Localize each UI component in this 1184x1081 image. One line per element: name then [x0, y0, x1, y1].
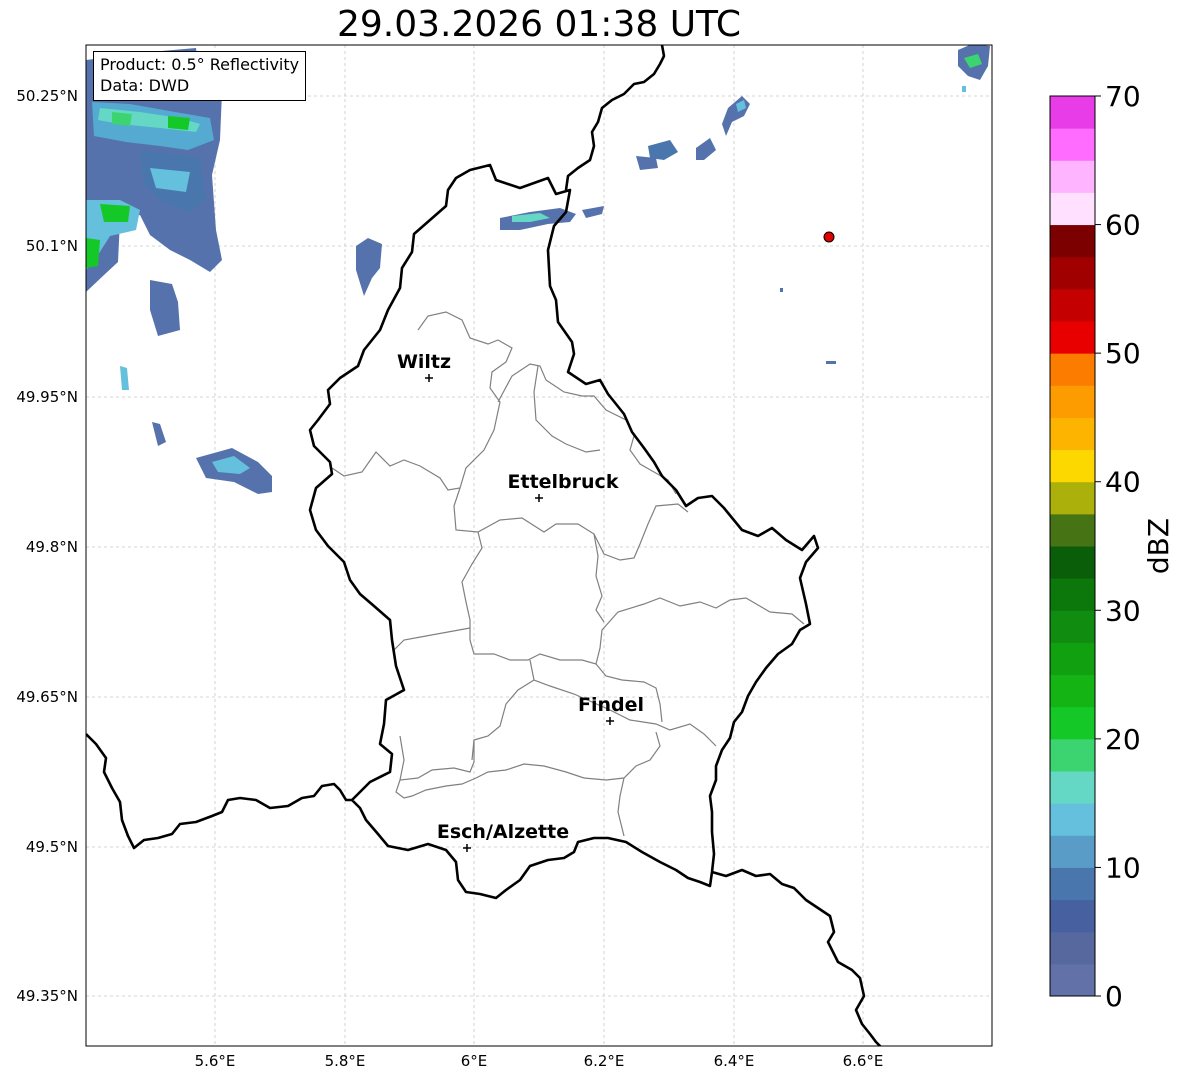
- colorbar-unit-label: dBZ: [1142, 518, 1175, 574]
- echo-cluster-west-1: [150, 280, 180, 336]
- lat-tick: 49.35°N: [16, 987, 78, 1005]
- radar-echoes: [86, 45, 990, 494]
- echo-cluster-west-3: [152, 422, 166, 446]
- colorbar-segment: [1050, 192, 1095, 226]
- echo-cluster-west-2: [120, 366, 129, 390]
- city-markers: [425, 374, 614, 852]
- colorbar-tick-label: 40: [1105, 466, 1141, 499]
- colorbar-segment: [1050, 610, 1095, 643]
- colorbar-segment: [1050, 706, 1095, 740]
- city-marker-findel: [606, 717, 614, 725]
- colorbar-segment: [1050, 321, 1095, 354]
- colorbar-segment: [1050, 578, 1095, 611]
- luxembourg-border: [308, 163, 820, 900]
- colorbar-segment: [1050, 867, 1095, 901]
- colorbar-segment: [1050, 96, 1095, 129]
- city-label-findel: Findel: [578, 694, 644, 716]
- colorbar-segment: [1050, 803, 1095, 836]
- colorbar-tick-label: 10: [1105, 851, 1141, 884]
- info-product: Product: 0.5° Reflectivity: [100, 55, 300, 74]
- colorbar-segment: [1050, 738, 1095, 772]
- colorbar-tick-label: 20: [1105, 723, 1141, 756]
- lon-tick: 6.4°E: [714, 1052, 755, 1070]
- colorbar-tick-label: 30: [1105, 594, 1141, 627]
- lat-tick: 49.8°N: [26, 538, 78, 556]
- colorbar-segment: [1050, 128, 1095, 161]
- canton-boundaries: [331, 311, 805, 837]
- radar-map: Wiltz Ettelbruck Findel Esch/Alzette 5.6…: [16, 44, 1175, 1070]
- lat-tick: 49.65°N: [16, 688, 78, 706]
- lat-tick: 49.5°N: [26, 838, 78, 856]
- colorbar-segment: [1050, 899, 1095, 933]
- radar-site-marker: [823, 231, 835, 243]
- lat-tick-labels: 50.25°N 50.1°N 49.95°N 49.8°N 49.65°N 49…: [16, 87, 78, 1005]
- lat-tick: 50.1°N: [26, 237, 78, 255]
- city-marker-wiltz: [425, 374, 433, 382]
- colorbar-segment: [1050, 674, 1095, 708]
- colorbar-segment: [1050, 353, 1095, 386]
- city-label-ettelbruck: Ettelbruck: [508, 471, 619, 493]
- lat-tick: 49.95°N: [16, 388, 78, 406]
- lon-tick-labels: 5.6°E 5.8°E 6°E 6.2°E 6.4°E 6.6°E: [195, 1052, 884, 1070]
- echo-cluster-north-1: [356, 238, 382, 296]
- colorbar-tick-label: 70: [1105, 80, 1141, 113]
- colorbar-segment: [1050, 224, 1095, 258]
- colorbar-segment: [1050, 288, 1095, 322]
- city-label-esch: Esch/Alzette: [437, 821, 569, 843]
- colorbar-segment: [1050, 546, 1095, 579]
- colorbar-tick-label: 50: [1105, 337, 1141, 370]
- lon-tick: 5.8°E: [325, 1052, 366, 1070]
- city-marker-esch: [463, 844, 471, 852]
- colorbar-segment: [1050, 449, 1095, 483]
- france-belgium-border: [86, 733, 352, 850]
- echo-cluster-northeast-3: [696, 138, 716, 160]
- lon-tick: 6°E: [461, 1052, 488, 1070]
- colorbar-segment: [1050, 835, 1095, 868]
- map-frame-border: [85, 44, 993, 1047]
- info-box: Product: 0.5° Reflectivity Data: DWD: [93, 51, 307, 101]
- lat-tick: 50.25°N: [16, 87, 78, 105]
- lon-tick: 6.2°E: [584, 1052, 625, 1070]
- colorbar-segment: [1050, 256, 1095, 290]
- echo-cluster-northeast-4: [722, 96, 750, 136]
- colorbar-segment: [1050, 385, 1095, 418]
- gridlines: [86, 45, 992, 1046]
- echo-cluster-northeast-2: [648, 140, 678, 160]
- colorbar-segment: [1050, 642, 1095, 676]
- germany-border-south: [711, 868, 882, 1046]
- city-marker-ettelbruck: [535, 494, 543, 502]
- colorbar-tick-label: 0: [1105, 980, 1123, 1013]
- colorbar-segment: [1050, 417, 1095, 451]
- colorbar-segment: [1050, 160, 1095, 193]
- colorbar-segment: [1050, 931, 1095, 965]
- city-label-wiltz: Wiltz: [397, 351, 451, 373]
- colorbar: [1050, 96, 1095, 997]
- colorbar-segment: [1050, 963, 1095, 997]
- colorbar-ticks: 0 10 20 30 40 50 60 70: [1095, 80, 1141, 1013]
- info-data-source: Data: DWD: [100, 76, 190, 95]
- colorbar-tick-label: 60: [1105, 209, 1141, 242]
- lon-tick: 5.6°E: [195, 1052, 236, 1070]
- colorbar-segment: [1050, 481, 1095, 515]
- lon-tick: 6.6°E: [843, 1052, 884, 1070]
- colorbar-segment: [1050, 513, 1095, 547]
- colorbar-segment: [1050, 771, 1095, 804]
- echo-cluster-north-3: [582, 206, 604, 218]
